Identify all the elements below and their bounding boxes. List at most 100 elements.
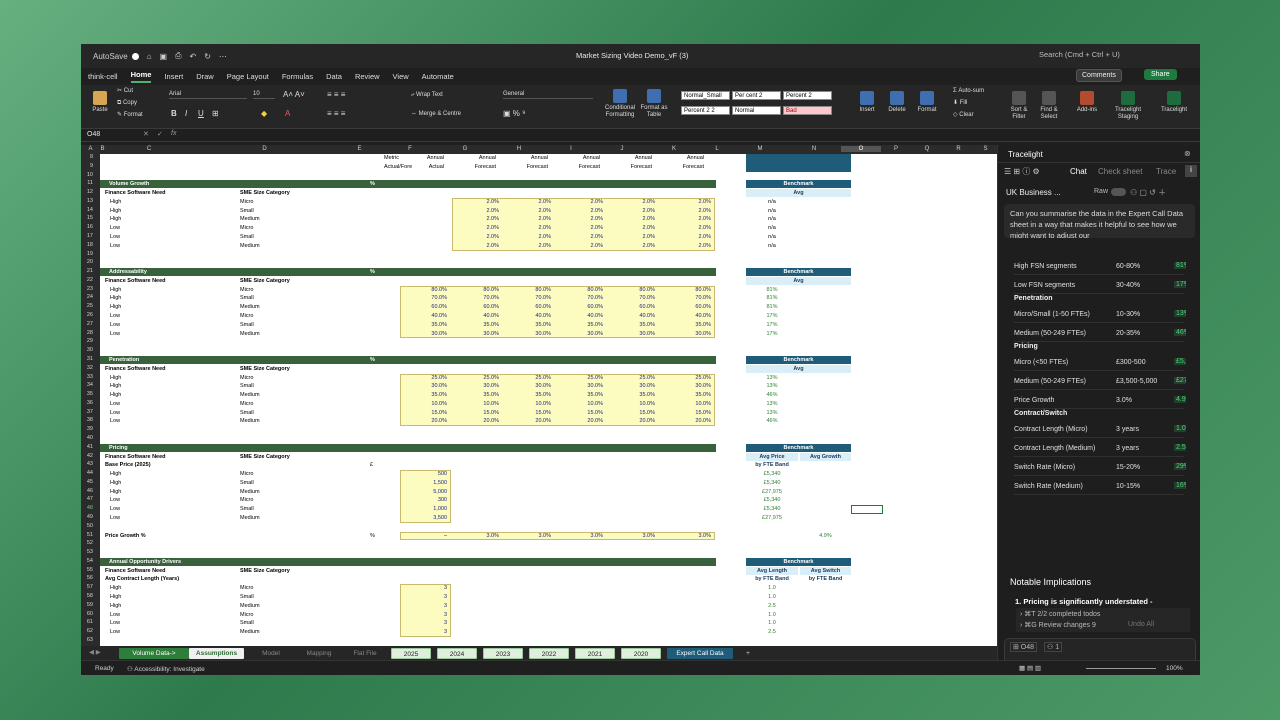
row-header-10[interactable]: 10: [81, 172, 93, 178]
autosave-toggle[interactable]: [131, 52, 139, 60]
row-header-53[interactable]: 53: [81, 549, 93, 555]
accessibility-status[interactable]: ⚇ Accessibility: Investigate: [127, 665, 205, 673]
user-count-chip[interactable]: ⚇ 1: [1044, 642, 1063, 652]
raw-toggle[interactable]: [1111, 188, 1126, 196]
tab-formulas[interactable]: Formulas: [282, 72, 313, 81]
share-button[interactable]: Share: [1144, 69, 1177, 80]
underline-button[interactable]: U: [198, 110, 204, 118]
copy-button[interactable]: ⧉ Copy: [117, 100, 137, 107]
sheet-tab--[interactable]: +: [741, 648, 755, 659]
view-icons[interactable]: ▦ ▤ ▥: [1019, 664, 1041, 672]
column-header-p[interactable]: P: [881, 146, 911, 152]
tab-automate[interactable]: Automate: [422, 72, 454, 81]
row-header-57[interactable]: 57: [81, 584, 93, 590]
row-header-23[interactable]: 23: [81, 286, 93, 292]
row-header-54[interactable]: 54: [81, 558, 93, 564]
row-header-44[interactable]: 44: [81, 470, 93, 476]
save-icon[interactable]: ▣: [160, 52, 168, 61]
clear-button[interactable]: ◇ Clear: [953, 112, 974, 119]
panel-toolbar-icons[interactable]: ☰ ⊞ ⓘ ⚙: [1004, 166, 1040, 177]
column-header-l[interactable]: L: [701, 146, 733, 152]
wrap-text-button[interactable]: ⤶ Wrap Text: [411, 92, 443, 99]
name-box[interactable]: O48: [87, 131, 100, 138]
todos-status[interactable]: › ⌘T 2/2 completed todos: [1020, 610, 1100, 618]
cell-ref-chip[interactable]: ⊞ O48: [1010, 642, 1038, 652]
tab-draw[interactable]: Draw: [196, 72, 214, 81]
row-header-29[interactable]: 29: [81, 338, 93, 344]
delete-cells-button[interactable]: Delete: [883, 91, 911, 114]
row-header-41[interactable]: 41: [81, 444, 93, 450]
row-header-27[interactable]: 27: [81, 321, 93, 327]
sheet-tab-2022[interactable]: 2022: [529, 648, 569, 659]
column-header-m[interactable]: M: [733, 146, 787, 152]
row-header-39[interactable]: 39: [81, 426, 93, 432]
style-normal[interactable]: Normal: [732, 106, 781, 115]
italic-button[interactable]: I: [185, 110, 187, 118]
paste-button[interactable]: Paste: [89, 91, 111, 114]
row-header-42[interactable]: 42: [81, 453, 93, 459]
merge-centre-button[interactable]: ⇔ Merge & Centre: [411, 111, 461, 118]
row-header-58[interactable]: 58: [81, 593, 93, 599]
sheet-tab-2020[interactable]: 2020: [621, 648, 661, 659]
row-header-25[interactable]: 25: [81, 303, 93, 309]
row-header-11[interactable]: 11: [81, 180, 93, 186]
border-icon[interactable]: ⊞: [212, 110, 219, 118]
row-header-36[interactable]: 36: [81, 400, 93, 406]
row-header-26[interactable]: 26: [81, 312, 93, 318]
row-header-63[interactable]: 63: [81, 637, 93, 643]
row-header-62[interactable]: 62: [81, 628, 93, 634]
row-header-47[interactable]: 47: [81, 496, 93, 502]
align-top-icon[interactable]: ≡ ≡ ≡: [327, 91, 345, 99]
row-header-34[interactable]: 34: [81, 382, 93, 388]
doc-title[interactable]: UK Business ...: [1006, 188, 1061, 197]
row-header-55[interactable]: 55: [81, 567, 93, 573]
font-select[interactable]: Arial: [169, 91, 247, 99]
row-header-40[interactable]: 40: [81, 435, 93, 441]
enter-icon[interactable]: ✓: [157, 130, 163, 138]
sheet-tab-2023[interactable]: 2023: [483, 648, 523, 659]
column-header-f[interactable]: F: [383, 146, 437, 152]
column-header-g[interactable]: G: [437, 146, 493, 152]
column-header-i[interactable]: I: [545, 146, 597, 152]
row-header-14[interactable]: 14: [81, 207, 93, 213]
spreadsheet-grid[interactable]: ABCDEFGHIJKLMNOPQRS 8 9 10 11 12 13 14 15 16 17 18…: [81, 145, 997, 646]
row-header-33[interactable]: 33: [81, 374, 93, 380]
panel-tab-check-sheet[interactable]: Check sheet: [1098, 167, 1142, 176]
cell-area[interactable]: Metric Actual/Fore Annual Actual Annual Forec…: [100, 154, 997, 646]
review-changes[interactable]: › ⌘G Review changes 9: [1020, 621, 1096, 629]
cut-button[interactable]: ✂ Cut: [117, 88, 133, 95]
row-header-38[interactable]: 38: [81, 417, 93, 423]
row-header-45[interactable]: 45: [81, 479, 93, 485]
sheet-tab-2025[interactable]: 2025: [391, 648, 431, 659]
row-header-13[interactable]: 13: [81, 198, 93, 204]
find-select-button[interactable]: Find & Select: [1035, 91, 1063, 121]
sheet-tab-2024[interactable]: 2024: [437, 648, 477, 659]
row-header-24[interactable]: 24: [81, 294, 93, 300]
tab-insert[interactable]: Insert: [164, 72, 183, 81]
style-bad[interactable]: Bad: [783, 106, 832, 115]
row-header-28[interactable]: 28: [81, 330, 93, 336]
format-as-table-button[interactable]: Format as Table: [639, 89, 669, 119]
sheet-tab-2021[interactable]: 2021: [575, 648, 615, 659]
tracelight-button[interactable]: Tracelight: [1157, 91, 1191, 114]
autosum-button[interactable]: Σ Auto-sum: [953, 88, 984, 95]
add-ins-button[interactable]: Add-ins: [1073, 91, 1101, 114]
row-header-56[interactable]: 56: [81, 575, 93, 581]
row-header-17[interactable]: 17: [81, 233, 93, 239]
sheet-tab-flat-file[interactable]: Flat File: [345, 648, 385, 659]
style-percent-2[interactable]: Percent 2: [783, 91, 832, 100]
panel-tab-chat[interactable]: Chat: [1070, 167, 1087, 176]
row-header-22[interactable]: 22: [81, 277, 93, 283]
document-title[interactable]: Market Sizing Video Demo_vF (3): [576, 51, 688, 60]
row-header-31[interactable]: 31: [81, 356, 93, 362]
row-header-61[interactable]: 61: [81, 619, 93, 625]
search-input[interactable]: Search (Cmd + Ctrl + U): [1039, 50, 1120, 59]
row-header-9[interactable]: 9: [81, 163, 93, 169]
home-icon[interactable]: ⌂: [147, 52, 152, 61]
redo-icon[interactable]: ↻: [204, 52, 211, 61]
row-header-46[interactable]: 46: [81, 488, 93, 494]
tab-view[interactable]: View: [393, 72, 409, 81]
format-painter-button[interactable]: ✎ Format: [117, 112, 143, 119]
column-header-s[interactable]: S: [974, 146, 997, 152]
panel-tab-trace[interactable]: Trace: [1156, 167, 1176, 176]
